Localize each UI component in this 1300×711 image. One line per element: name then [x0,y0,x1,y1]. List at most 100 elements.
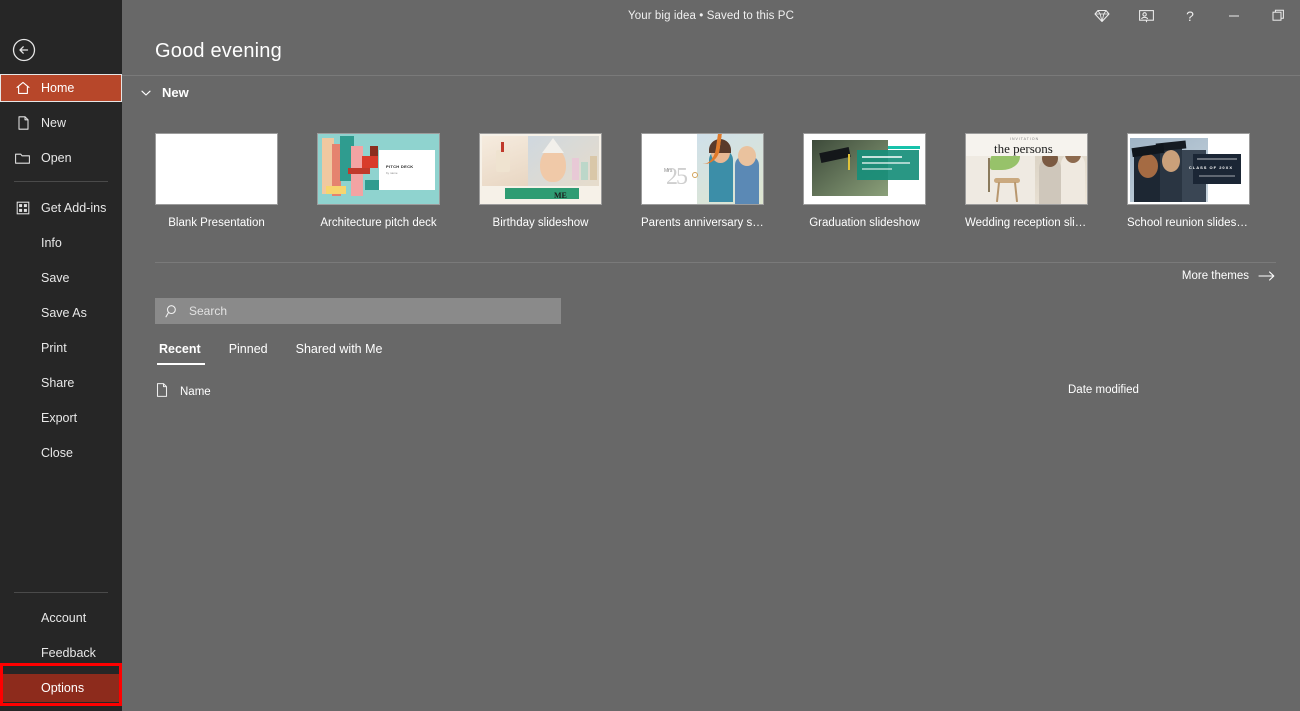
thumb-wed-title: the persons [994,141,1053,156]
sidebar-item-account[interactable]: Account [0,604,122,632]
template-thumbnail-graduation[interactable] [803,133,926,205]
sidebar-item-new[interactable]: New [0,109,122,137]
search-input[interactable] [189,298,561,324]
template-thumbnail-birthday[interactable]: ME [479,133,602,205]
folder-icon [14,150,31,167]
template-gallery: Blank Presentation PITCH DECK by name Ar… [155,133,1250,229]
window-controls: ? [1080,0,1300,31]
template-card[interactable]: ME Birthday slideshow [479,133,602,229]
minimize-icon[interactable] [1212,0,1256,31]
document-title: Your big idea • Saved to this PC [628,9,794,22]
sidebar-item-label: Options [41,681,85,695]
sidebar-nav: Home New Open Get Add-ins Info Save Save… [0,74,122,474]
thumbnail-art: CLASS OF 20XX [1128,134,1249,204]
template-card[interactable]: 25Mrs Parents anniversary slidesh... [641,133,764,229]
template-name: School reunion slideshow [1127,217,1250,229]
template-name: Parents anniversary slidesh... [641,217,764,229]
template-name: Architecture pitch deck [320,217,437,229]
gallery-divider [155,262,1276,263]
sidebar-divider-bottom [14,592,108,593]
sidebar-item-label: Info [41,236,62,250]
powerpoint-backstage: Home New Open Get Add-ins Info Save Save… [0,0,1300,711]
sidebar-item-home[interactable]: Home [0,74,122,102]
template-name: Birthday slideshow [492,217,589,229]
column-header-name-label: Name [180,385,211,398]
sidebar-item-label: Print [41,341,67,355]
tab-recent[interactable]: Recent [155,342,215,365]
sidebar-item-save[interactable]: Save [0,264,122,292]
template-thumbnail-parents-anniversary[interactable]: 25 Mrs [641,133,764,205]
restore-icon[interactable] [1256,0,1300,31]
template-card[interactable]: CLASS OF 20XX School reunion slideshow [1127,133,1250,229]
sidebar-item-label: Close [41,446,73,460]
thumb-sch-class: CLASS OF 20XX [1188,165,1233,170]
sidebar-item-close[interactable]: Close [0,439,122,467]
template-card[interactable]: Graduation slideshow [803,133,926,229]
more-themes-label: More themes [1181,270,1249,282]
thumbnail-art [804,134,925,204]
tab-shared-with-me[interactable]: Shared with Me [282,342,397,365]
sidebar-item-save-as[interactable]: Save As [0,299,122,327]
template-name: Graduation slideshow [809,217,920,229]
sidebar-item-label: Get Add-ins [41,201,107,215]
template-name: Blank Presentation [168,217,265,229]
sidebar-item-label: Share [41,376,75,390]
tab-pinned[interactable]: Pinned [215,342,282,365]
new-section-label: New [162,85,189,100]
template-thumbnail-wedding-reception[interactable]: INVITATION the persons [965,133,1088,205]
diamond-icon[interactable] [1080,0,1124,31]
tab-label: Recent [159,342,201,356]
chevron-down-icon [139,86,153,100]
thumb-bday-text: ME [554,191,567,200]
template-name: Wedding reception slideshow [965,217,1088,229]
sidebar-divider-top [14,181,108,182]
new-section-header[interactable]: New [139,85,189,100]
sidebar-nav-bottom: Account Feedback Options [0,592,122,711]
template-thumbnail-architecture[interactable]: PITCH DECK by name [317,133,440,205]
present-live-icon[interactable] [1124,0,1168,31]
thumbnail-art: INVITATION the persons [966,134,1087,204]
thumbnail-art: 25 Mrs [642,134,763,204]
new-file-icon [14,115,31,132]
sidebar-item-get-add-ins[interactable]: Get Add-ins [0,194,122,222]
column-header-date-modified[interactable]: Date modified [1068,384,1139,396]
sidebar-item-print[interactable]: Print [0,334,122,362]
column-header-name[interactable]: Name [155,382,211,401]
arrow-right-icon [1258,270,1276,282]
backstage-main: Your big idea • Saved to this PC ? Good … [122,0,1300,711]
template-thumbnail-blank[interactable] [155,133,278,205]
sidebar-item-export[interactable]: Export [0,404,122,432]
template-card[interactable]: Blank Presentation [155,133,278,229]
sidebar-item-open[interactable]: Open [0,144,122,172]
sidebar-item-label: New [41,116,67,130]
sidebar-item-label: Save [41,271,70,285]
sidebar-item-label: Home [41,81,75,95]
sidebar-item-label: Save As [41,306,87,320]
template-card[interactable]: INVITATION the persons Wedding reception… [965,133,1088,229]
document-icon [155,382,169,401]
sidebar-item-options[interactable]: Options [0,674,122,702]
sidebar-item-label: Export [41,411,78,425]
sidebar-item-feedback[interactable]: Feedback [0,639,122,667]
sidebar-item-label: Feedback [41,646,96,660]
sidebar-item-label: Account [41,611,87,625]
backstage-sidebar: Home New Open Get Add-ins Info Save Save… [0,0,122,711]
header-divider [122,75,1300,76]
thumbnail-art: ME [480,134,601,204]
sidebar-item-label: Open [41,151,72,165]
template-thumbnail-school-reunion[interactable]: CLASS OF 20XX [1127,133,1250,205]
tab-label: Pinned [228,342,268,356]
tab-label: Shared with Me [295,342,383,356]
search-icon [155,304,189,319]
addins-icon [14,200,31,217]
page-title: Good evening [155,40,282,62]
template-card[interactable]: PITCH DECK by name Architecture pitch de… [317,133,440,229]
sidebar-item-info[interactable]: Info [0,229,122,257]
search-box[interactable] [155,298,561,324]
more-themes-link[interactable]: More themes [1182,270,1276,282]
thumb-arch-title: PITCH DECK [386,164,414,169]
sidebar-item-share[interactable]: Share [0,369,122,397]
help-icon[interactable]: ? [1168,0,1212,31]
back-button[interactable] [12,38,36,62]
thumb-arch-sub: by name [386,171,398,175]
